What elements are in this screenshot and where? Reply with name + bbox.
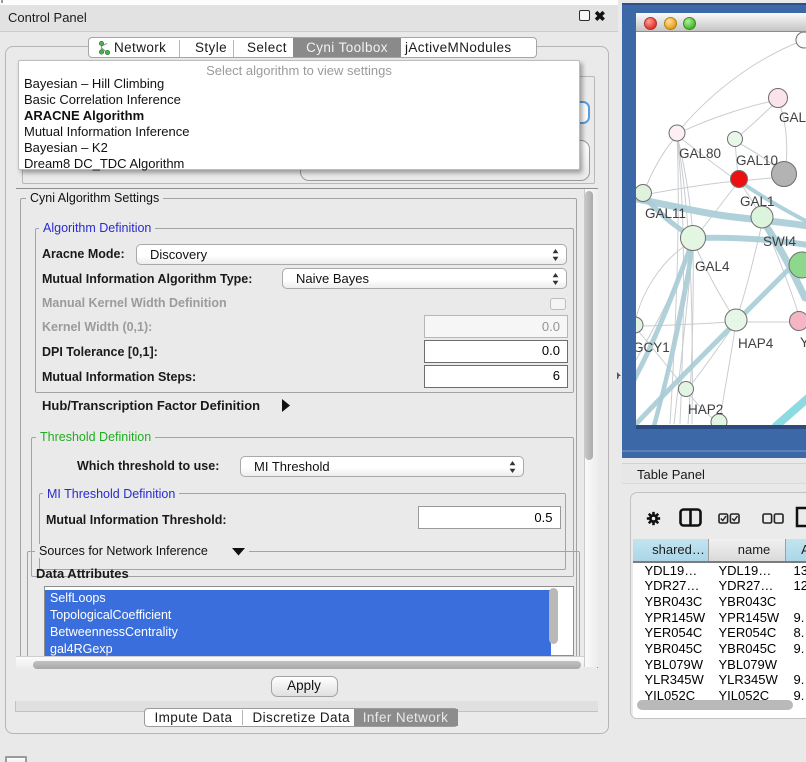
svg-text:GAL1: GAL1 bbox=[740, 194, 775, 209]
svg-text:SWI4: SWI4 bbox=[763, 234, 796, 249]
svg-text:YJ: YJ bbox=[800, 335, 806, 350]
svg-text:GAL4: GAL4 bbox=[695, 259, 730, 274]
svg-text:GAL11: GAL11 bbox=[645, 206, 686, 221]
svg-text:GAL80: GAL80 bbox=[679, 146, 721, 161]
svg-text:HAP4: HAP4 bbox=[738, 336, 774, 351]
svg-text:GCY1: GCY1 bbox=[636, 340, 670, 355]
svg-text:GAL10: GAL10 bbox=[736, 153, 778, 168]
svg-text:GAL2: GAL2 bbox=[779, 110, 806, 125]
svg-text:HAP2: HAP2 bbox=[688, 402, 723, 417]
